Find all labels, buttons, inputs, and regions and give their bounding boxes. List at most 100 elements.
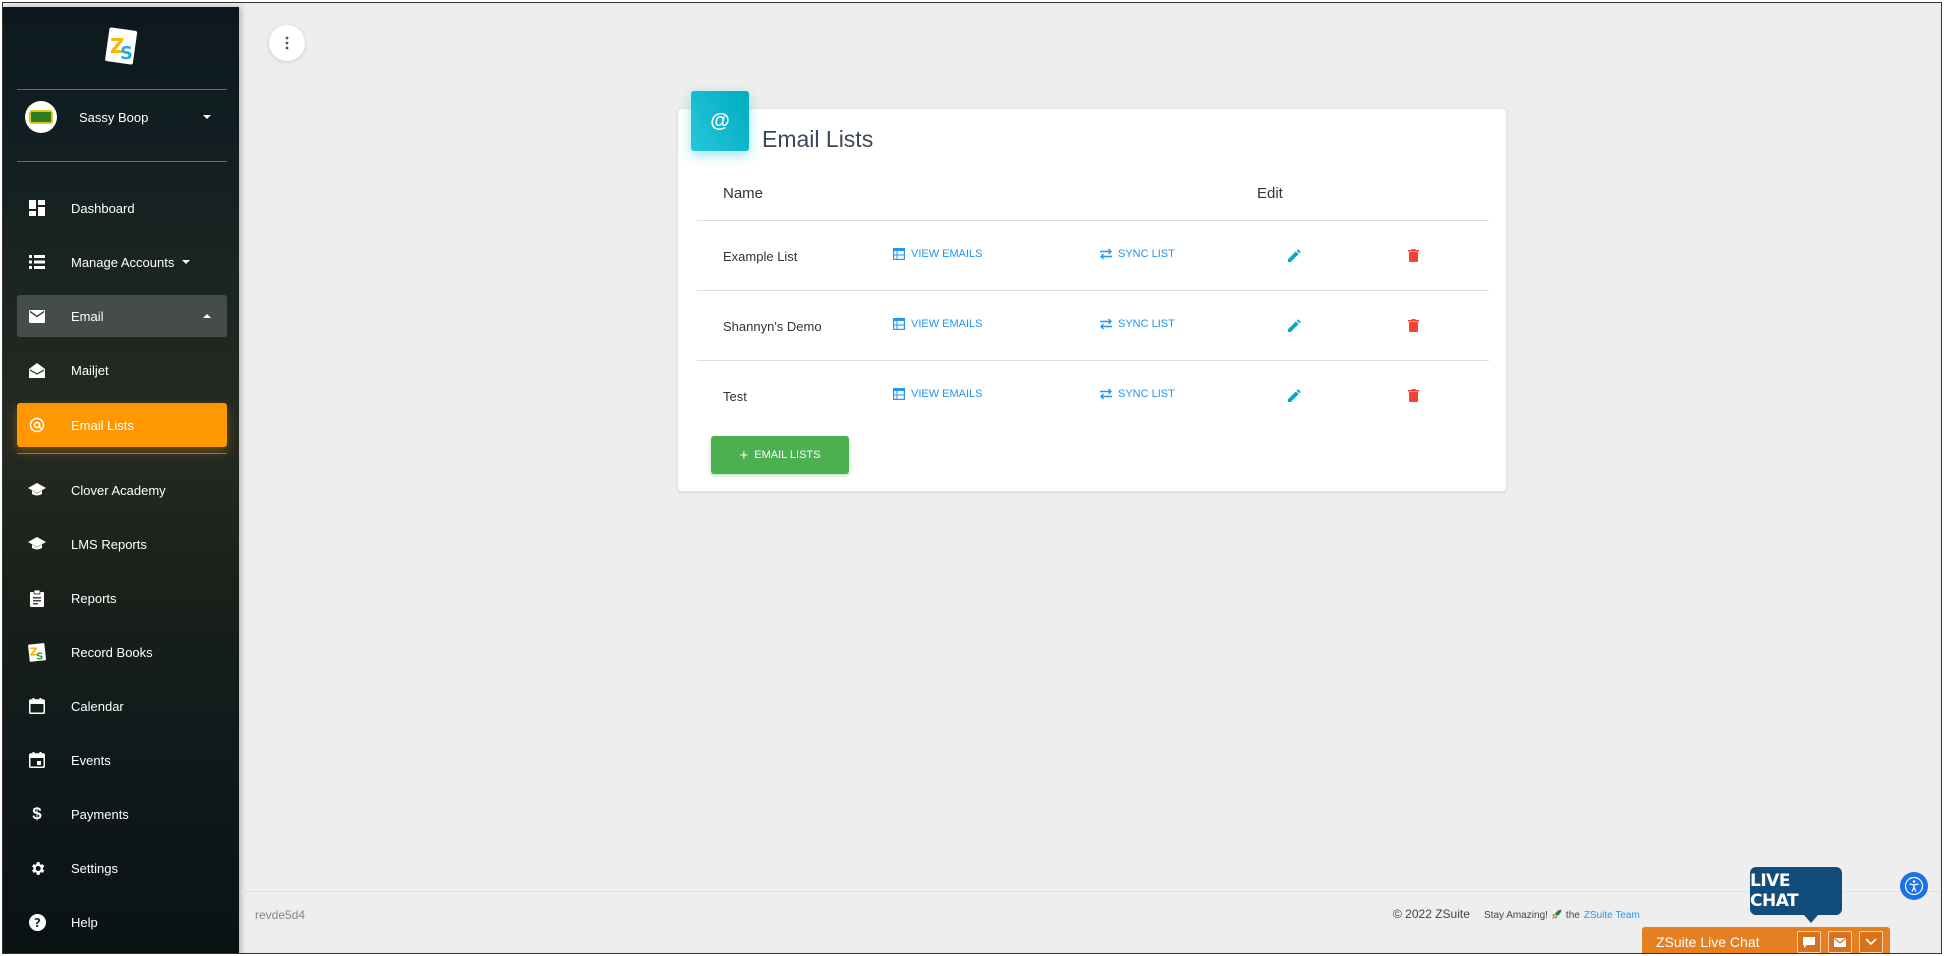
plus-icon: + <box>739 446 749 464</box>
svg-text:S: S <box>120 43 133 64</box>
chevron-down-icon <box>203 115 211 119</box>
sidebar-item-label: Calendar <box>71 698 124 714</box>
chat-button[interactable] <box>1797 931 1821 953</box>
table-view-icon <box>892 317 906 331</box>
sidebar-divider <box>17 161 227 162</box>
accessibility-icon <box>1904 876 1924 896</box>
sidebar-item-label: Record Books <box>71 644 153 660</box>
live-chat-bar[interactable]: ZSuite Live Chat <box>1642 927 1890 953</box>
sync-list-link[interactable]: SYNC LIST <box>1099 247 1175 261</box>
add-email-list-button[interactable]: + EMAIL LISTS <box>711 436 849 474</box>
rocket-icon <box>1552 909 1562 922</box>
dollar-icon: $ <box>32 804 42 823</box>
school-icon <box>27 480 47 500</box>
open-mail-icon <box>27 360 47 380</box>
user-menu[interactable]: Sassy Boop <box>17 97 227 137</box>
footer-divider <box>241 891 1941 892</box>
sidebar-divider <box>17 453 227 454</box>
copyright: © 2022 ZSuite <box>1393 907 1470 921</box>
sidebar-item-label: Payments <box>71 806 129 822</box>
accessibility-button[interactable] <box>1900 872 1928 900</box>
sidebar-item-label: Clover Academy <box>71 482 166 498</box>
list-name: Test <box>723 389 747 404</box>
sidebar-item-label: Manage Accounts <box>71 254 175 270</box>
sidebar-item-label: Email Lists <box>71 417 134 433</box>
chevron-up-icon <box>203 314 211 318</box>
list-icon <box>27 252 47 272</box>
chat-icon <box>1803 936 1815 948</box>
sidebar-item-label: Events <box>71 752 111 768</box>
more-vert-icon <box>285 36 289 50</box>
sidebar-item-label: Settings <box>71 860 118 876</box>
school-icon <box>27 534 47 554</box>
sync-list-link[interactable]: SYNC LIST <box>1099 387 1175 401</box>
trash-icon <box>1407 248 1419 262</box>
table-row: Example List VIEW EMAILS SYNC LIST <box>697 221 1489 291</box>
pencil-icon <box>1287 388 1301 402</box>
gear-icon <box>27 858 47 878</box>
sync-list-link[interactable]: SYNC LIST <box>1099 317 1175 331</box>
sidebar-item-clover-academy[interactable]: Clover Academy <box>17 469 227 511</box>
sidebar-item-label: Email <box>71 308 104 324</box>
mail-icon <box>1834 937 1846 947</box>
sidebar-item-lms-reports[interactable]: LMS Reports <box>17 523 227 565</box>
user-name: Sassy Boop <box>79 109 149 125</box>
column-header-name: Name <box>723 185 764 202</box>
event-icon <box>27 750 47 770</box>
trash-icon <box>1407 388 1419 402</box>
sidebar-item-manage-accounts[interactable]: Manage Accounts <box>17 241 227 283</box>
edit-button[interactable] <box>1286 317 1302 333</box>
delete-button[interactable] <box>1405 317 1421 333</box>
pencil-icon <box>1287 318 1301 332</box>
sidebar-item-label: LMS Reports <box>71 536 147 552</box>
sidebar-item-help[interactable]: ? Help <box>17 901 227 943</box>
sidebar-item-email[interactable]: Email <box>17 295 227 337</box>
sidebar-item-payments[interactable]: $ Payments <box>17 793 227 835</box>
sync-icon <box>1099 387 1113 401</box>
version-label: revde5d4 <box>255 908 306 922</box>
clipboard-icon <box>27 588 47 608</box>
email-chat-button[interactable] <box>1828 931 1852 953</box>
sidebar: Z S Sassy Boop Dashboard Manage Accounts… <box>3 7 239 953</box>
svg-text:?: ? <box>34 916 41 930</box>
list-name: Shannyn's Demo <box>723 319 822 334</box>
edit-button[interactable] <box>1286 387 1302 403</box>
edit-button[interactable] <box>1286 247 1302 263</box>
sidebar-item-settings[interactable]: Settings <box>17 847 227 889</box>
list-name: Example List <box>723 249 798 264</box>
sidebar-item-calendar[interactable]: Calendar <box>17 685 227 727</box>
column-header-edit: Edit <box>1257 185 1283 202</box>
live-chat-bubble[interactable]: LIVE CHAT <box>1750 867 1842 923</box>
sidebar-item-label: Reports <box>71 590 117 606</box>
delete-button[interactable] <box>1405 387 1421 403</box>
sidebar-item-label: Mailjet <box>71 362 109 378</box>
minimize-chat-button[interactable] <box>1859 931 1883 953</box>
mail-icon <box>27 306 47 326</box>
svg-text:S: S <box>36 651 43 662</box>
zs-logo-icon: ZS <box>27 642 47 662</box>
help-icon: ? <box>27 912 47 932</box>
sidebar-item-mailjet[interactable]: Mailjet <box>17 349 227 391</box>
more-options-button[interactable] <box>269 25 305 61</box>
chevron-down-icon <box>1865 938 1877 946</box>
sync-icon <box>1099 247 1113 261</box>
sidebar-divider <box>17 89 227 90</box>
app-window: Z S Sassy Boop Dashboard Manage Accounts… <box>2 2 1942 954</box>
sidebar-item-record-books[interactable]: ZS Record Books <box>17 631 227 673</box>
sidebar-item-email-lists[interactable]: Email Lists <box>17 403 227 447</box>
zsuite-team-link[interactable]: ZSuite Team <box>1584 910 1640 921</box>
page-title: Email Lists <box>762 126 874 152</box>
sidebar-item-reports[interactable]: Reports <box>17 577 227 619</box>
live-chat-label: ZSuite Live Chat <box>1656 934 1760 950</box>
sidebar-item-dashboard[interactable]: Dashboard <box>17 187 227 229</box>
zsuite-logo[interactable]: Z S <box>101 25 141 69</box>
pencil-icon <box>1287 248 1301 262</box>
footer-tagline: Stay Amazing! the ZSuite Team <box>1484 909 1640 922</box>
table-header: Name Edit <box>697 173 1489 221</box>
view-emails-link[interactable]: VIEW EMAILS <box>892 387 983 401</box>
view-emails-link[interactable]: VIEW EMAILS <box>892 317 983 331</box>
sidebar-item-events[interactable]: Events <box>17 739 227 781</box>
delete-button[interactable] <box>1405 247 1421 263</box>
table-row: Shannyn's Demo VIEW EMAILS SYNC LIST <box>697 291 1489 361</box>
view-emails-link[interactable]: VIEW EMAILS <box>892 247 983 261</box>
